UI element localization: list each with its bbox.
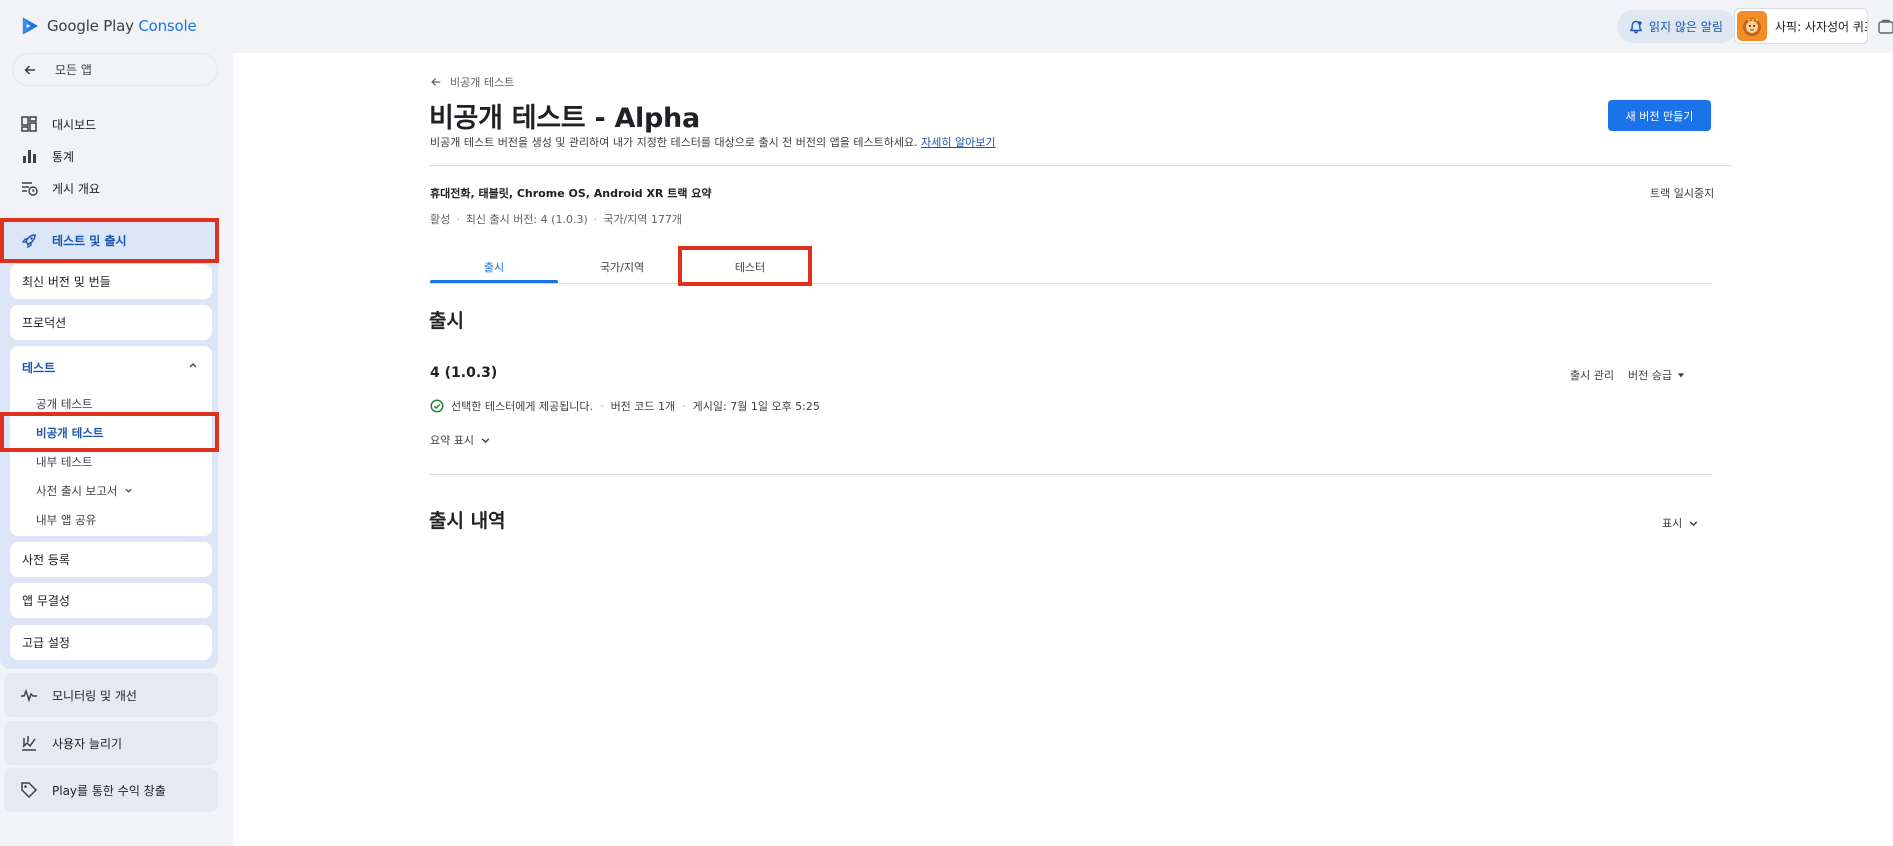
annotation-box-closed-testing	[0, 412, 219, 452]
sidebar-item-label: 사전 출시 보고서	[36, 484, 118, 498]
promote-release-label: 버전 승급	[1627, 369, 1672, 382]
notifications-button[interactable]: 읽지 않은 알림	[1617, 10, 1737, 43]
track-summary-title: 휴대전화, 태블릿, Chrome OS, Android XR 트랙 요약	[430, 187, 712, 200]
arrow-left-icon	[431, 78, 441, 86]
sidebar-item-statistics[interactable]: 통계	[20, 146, 74, 166]
sidebar-item-label: 앱 무결성	[22, 594, 70, 608]
lion-icon	[1743, 18, 1761, 36]
release-section-title: 출시	[429, 310, 464, 332]
sidebar-item-dashboard[interactable]: 대시보드	[20, 114, 96, 134]
sidebar-item-label: 고급 설정	[22, 636, 70, 650]
chevron-down-icon	[125, 488, 132, 493]
sidebar-item-open-testing[interactable]: 공개 테스트	[36, 396, 93, 412]
play-console-logo-icon	[22, 17, 39, 35]
sidebar-item-label: 모니터링 및 개선	[52, 688, 137, 703]
chevron-up-icon[interactable]	[188, 360, 198, 370]
show-history-label: 표시	[1662, 517, 1683, 530]
sidebar-item-pre-registration[interactable]: 사전 등록	[10, 542, 212, 577]
tabs-divider	[430, 283, 1712, 284]
promote-release-button[interactable]: 버전 승급	[1628, 367, 1685, 383]
tag-icon	[21, 782, 38, 799]
app-icon	[1737, 11, 1767, 41]
country-count: 국가/지역 177개	[603, 213, 683, 226]
pause-track-button[interactable]: 트랙 일시중지	[1650, 185, 1714, 201]
page-subtitle: 비공개 테스트 버전을 생성 및 관리하여 내가 지정한 테스터를 대상으로 출…	[430, 134, 995, 150]
learn-more-link[interactable]: 자세히 알아보기	[921, 136, 995, 149]
sidebar-item-production[interactable]: 프로덕션	[10, 305, 212, 340]
chevron-down-icon	[481, 437, 490, 443]
app-selector[interactable]: 사픽: 사자성어 퀴즈	[1734, 8, 1868, 44]
sidebar-item-grow-users[interactable]: 사용자 늘리기	[4, 721, 218, 765]
published-date: 게시일: 7월 1일 오후 5:25	[692, 400, 820, 413]
annotation-box-test-and-release	[0, 218, 219, 263]
latest-release-version: 최신 출시 버전: 4 (1.0.3)	[465, 213, 588, 226]
header-divider	[430, 165, 1731, 166]
release-status: 선택한 테스터에게 제공됩니다. · 버전 코드 1개 · 게시일: 7월 1일…	[430, 398, 820, 414]
monitoring-icon	[21, 688, 37, 703]
sidebar-item-label: 사용자 늘리기	[52, 736, 123, 751]
track-status: 활성	[430, 213, 451, 226]
chevron-down-icon	[1689, 520, 1698, 526]
release-actions: 출시 관리 버전 승급	[1570, 367, 1685, 383]
sidebar-item-publishing-overview[interactable]: 게시 개요	[20, 178, 100, 198]
sidebar-item-label: 사전 등록	[22, 553, 70, 567]
publishing-overview-icon	[22, 182, 38, 196]
app-name: 사픽: 사자성어 퀴즈	[1775, 19, 1868, 34]
play-console-logo[interactable]: Google Play Console	[21, 16, 197, 36]
release-divider	[430, 474, 1712, 475]
show-summary-label: 요약 표시	[430, 434, 474, 447]
release-history-title: 출시 내역	[429, 510, 506, 532]
notifications-label: 읽지 않은 알림	[1649, 20, 1723, 34]
page-title: 비공개 테스트 - Alpha	[429, 103, 700, 134]
sidebar-item-latest-releases[interactable]: 최신 버전 및 번들	[10, 264, 212, 299]
sidebar-item-app-integrity[interactable]: 앱 무결성	[10, 583, 212, 618]
sidebar-item-label: 최신 버전 및 번들	[22, 275, 111, 289]
top-bar: Google Play Console 읽지 않은 알림 사픽: 사자성어 퀴즈	[0, 0, 1893, 53]
dashboard-icon	[21, 116, 37, 132]
sidebar-item-label: 게시 개요	[52, 181, 100, 196]
caret-down-icon	[1678, 373, 1685, 378]
tab-releases[interactable]: 출시	[430, 259, 558, 275]
sidebar-item-monetize[interactable]: Play를 통한 수익 창출	[4, 768, 218, 812]
all-apps-back-button[interactable]: 모든 앱	[12, 53, 218, 86]
sidebar-item-internal-app-sharing[interactable]: 내부 앱 공유	[36, 512, 96, 528]
sidebar-item-label: 대시보드	[52, 117, 97, 132]
version-codes: 버전 코드 1개	[610, 400, 676, 413]
account-icon[interactable]	[1878, 18, 1893, 36]
sidebar-item-advanced-settings[interactable]: 고급 설정	[10, 625, 212, 660]
bell-icon	[1630, 20, 1642, 33]
breadcrumb-label: 비공개 테스트	[450, 76, 515, 89]
annotation-box-testers-tab	[678, 246, 812, 286]
sidebar-item-internal-testing[interactable]: 내부 테스트	[36, 454, 93, 470]
breadcrumb[interactable]: 비공개 테스트	[430, 74, 514, 90]
sidebar-item-label: 프로덕션	[22, 316, 67, 330]
sidebar-item-label: Play를 통한 수익 창출	[52, 783, 166, 798]
logo-text-console: Console	[138, 17, 197, 35]
track-meta: 활성 · 최신 출시 버전: 4 (1.0.3) · 국가/지역 177개	[430, 212, 683, 227]
sidebar-item-pre-launch-report[interactable]: 사전 출시 보고서	[36, 483, 133, 499]
check-circle-icon	[430, 399, 444, 413]
release-name: 4 (1.0.3)	[430, 365, 498, 381]
tab-countries[interactable]: 국가/지역	[558, 259, 686, 275]
page-subtitle-text: 비공개 테스트 버전을 생성 및 관리하여 내가 지정한 테스터를 대상으로 출…	[430, 136, 918, 149]
grow-users-icon	[22, 736, 36, 751]
create-new-release-button[interactable]: 새 버전 만들기	[1608, 100, 1711, 131]
release-availability: 선택한 테스터에게 제공됩니다.	[451, 400, 594, 413]
sidebar-item-monitoring[interactable]: 모니터링 및 개선	[4, 673, 218, 717]
show-history-toggle[interactable]: 표시	[1662, 515, 1699, 531]
manage-release-button[interactable]: 출시 관리	[1570, 367, 1614, 383]
sidebar-item-testing[interactable]: 테스트	[22, 359, 55, 376]
all-apps-label: 모든 앱	[55, 63, 92, 77]
logo-text-google-play: Google Play	[47, 17, 134, 35]
sidebar-item-label: 통계	[52, 149, 75, 164]
bar-chart-icon	[23, 150, 36, 163]
arrow-left-icon	[24, 64, 35, 75]
show-summary-toggle[interactable]: 요약 표시	[430, 432, 491, 448]
